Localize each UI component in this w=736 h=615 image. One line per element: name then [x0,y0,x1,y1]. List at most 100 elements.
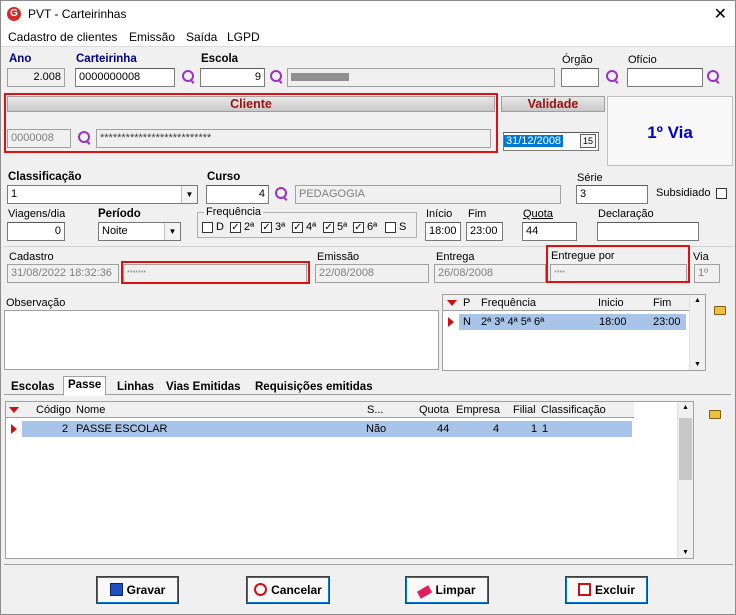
scroll-up-icon[interactable]: ▲ [682,404,689,411]
periodo-value: Noite [102,225,128,237]
tab-escolas[interactable]: Escolas [6,378,59,396]
cliente-highlight [4,93,498,153]
periodo-select[interactable]: Noite ▼ [98,222,181,241]
inicio-label: Início [426,208,453,220]
day-4-label: 5ª [337,221,348,233]
entrega-field: 26/08/2008 [434,264,546,283]
passe-col-nome: Nome [76,404,106,416]
trash-icon [577,583,591,596]
freq-cell-fim: 23:00 [653,316,681,328]
orgao-field[interactable] [561,68,599,87]
day-0-checkbox[interactable] [202,222,213,233]
day-0-label: D [216,221,224,233]
subsidiado-label: Subsidiado [656,187,711,199]
search-orgao-icon[interactable] [606,70,620,84]
frequencia-label: Frequência [204,206,264,218]
day-6-checkbox[interactable] [385,222,396,233]
classificacao-select[interactable]: 1 ▼ [7,185,198,204]
tab-vias-emitidas[interactable]: Vias Emitidas [161,378,246,396]
limpar-button[interactable]: Limpar [405,576,489,604]
search-curso-icon[interactable] [275,187,289,201]
day-5-checkbox[interactable]: ✓ [353,222,364,233]
observacao-field[interactable] [4,310,439,370]
sort-down-icon[interactable] [9,407,19,413]
folder-open-icon[interactable] [709,410,721,419]
title-bar: G PVT - Carteirinhas ✕ [1,1,735,27]
escola-code-field[interactable]: 9 [200,68,265,87]
day-3-checkbox[interactable]: ✓ [292,222,303,233]
viagens-field[interactable]: 0 [7,222,65,241]
freq-col-inicio: Inicio [598,297,624,309]
search-escola-icon[interactable] [270,70,284,84]
day-1-label: 2ª [244,221,255,233]
search-carteirinha-icon[interactable] [182,70,196,84]
gravar-button[interactable]: Gravar [96,576,179,604]
oficio-label: Ofício [628,54,657,66]
freq-grid-header: P Frequência Inicio Fim [443,295,689,311]
tab-linhas[interactable]: Linhas [112,378,159,396]
tab-requisicoes[interactable]: Requisições emitidas [250,378,378,396]
serie-field[interactable]: 3 [576,185,648,204]
passe-col-s: S... [367,404,384,416]
excluir-button[interactable]: Excluir [565,576,648,604]
orgao-label: Órgão [562,54,593,66]
scroll-up-icon[interactable]: ▲ [694,297,701,304]
menu-bar: Cadastro de clientes Emissão Saída LGPD [1,27,735,47]
cadastro-field: 31/08/2022 18:32:36 [7,264,119,283]
freq-table-row[interactable]: N 2ª 3ª 4ª 5ª 6ª 18:00 23:00 [459,314,686,330]
passe-cell-nome: PASSE ESCOLAR [76,423,168,435]
day-5-label: 6ª [367,221,378,233]
day-1-checkbox[interactable]: ✓ [230,222,241,233]
passe-grid-header: Código Nome S... Quota Empresa Filial Cl… [6,402,634,418]
serie-label: Série [577,172,603,184]
day-3-label: 4ª [306,221,317,233]
row-pointer-icon [11,424,17,434]
menu-lgpd[interactable]: LGPD [227,30,260,44]
subsidiado-checkbox[interactable] [716,188,727,199]
curso-code-field[interactable]: 4 [206,185,269,204]
carteirinha-field[interactable]: 0000000008 [75,68,175,87]
scroll-thumb[interactable] [679,418,692,480]
calendar-icon[interactable]: 15 [580,134,596,148]
tab-passe[interactable]: Passe [63,376,107,396]
chevron-down-icon[interactable]: ▼ [181,186,197,203]
scroll-down-icon[interactable]: ▼ [682,549,689,556]
excluir-label: Excluir [594,583,636,597]
passe-table-row[interactable]: 2 PASSE ESCOLAR Não 44 4 1 1 [22,421,632,437]
scroll-down-icon[interactable]: ▼ [694,361,701,368]
passe-cell-codigo: 2 [62,423,69,435]
quota-label: Quota [523,208,553,220]
day-2-checkbox[interactable]: ✓ [261,222,272,233]
passe-scrollbar[interactable]: ▲ ▼ [677,402,693,558]
menu-emissao[interactable]: Emissão [129,30,175,44]
menu-saida[interactable]: Saída [186,30,217,44]
chevron-down-icon[interactable]: ▼ [164,223,180,240]
quota-field[interactable]: 44 [522,222,577,241]
validade-date: 31/12/2008 [504,135,564,147]
inicio-field[interactable]: 18:00 [425,222,461,241]
observacao-label: Observação [6,297,66,309]
cancelar-button[interactable]: Cancelar [246,576,330,604]
declaracao-label: Declaração [598,208,654,220]
sort-down-icon[interactable] [447,300,457,306]
curso-label: Curso [207,171,241,183]
fim-field[interactable]: 23:00 [466,222,503,241]
freq-scrollbar[interactable]: ▲ ▼ [689,295,705,370]
entregue-highlight [546,245,690,283]
freq-cell-p: N [463,316,471,328]
window-title: PVT - Carteirinhas [28,7,127,21]
menu-cadastro[interactable]: Cadastro de clientes [8,30,117,44]
row-pointer-icon [448,317,454,327]
declaracao-field[interactable] [597,222,699,241]
validade-field[interactable]: 31/12/2008 15 [503,132,599,151]
folder-open-icon[interactable] [714,306,726,315]
day-6-label: S [399,221,407,233]
ano-label: Ano [9,53,32,65]
passe-col-codigo: Código [36,404,71,416]
day-4-checkbox[interactable]: ✓ [323,222,334,233]
passe-cell-s: Não [366,423,387,435]
search-oficio-icon[interactable] [707,70,721,84]
close-icon[interactable]: ✕ [714,4,727,24]
oficio-field[interactable] [627,68,703,87]
eraser-icon [417,585,433,599]
